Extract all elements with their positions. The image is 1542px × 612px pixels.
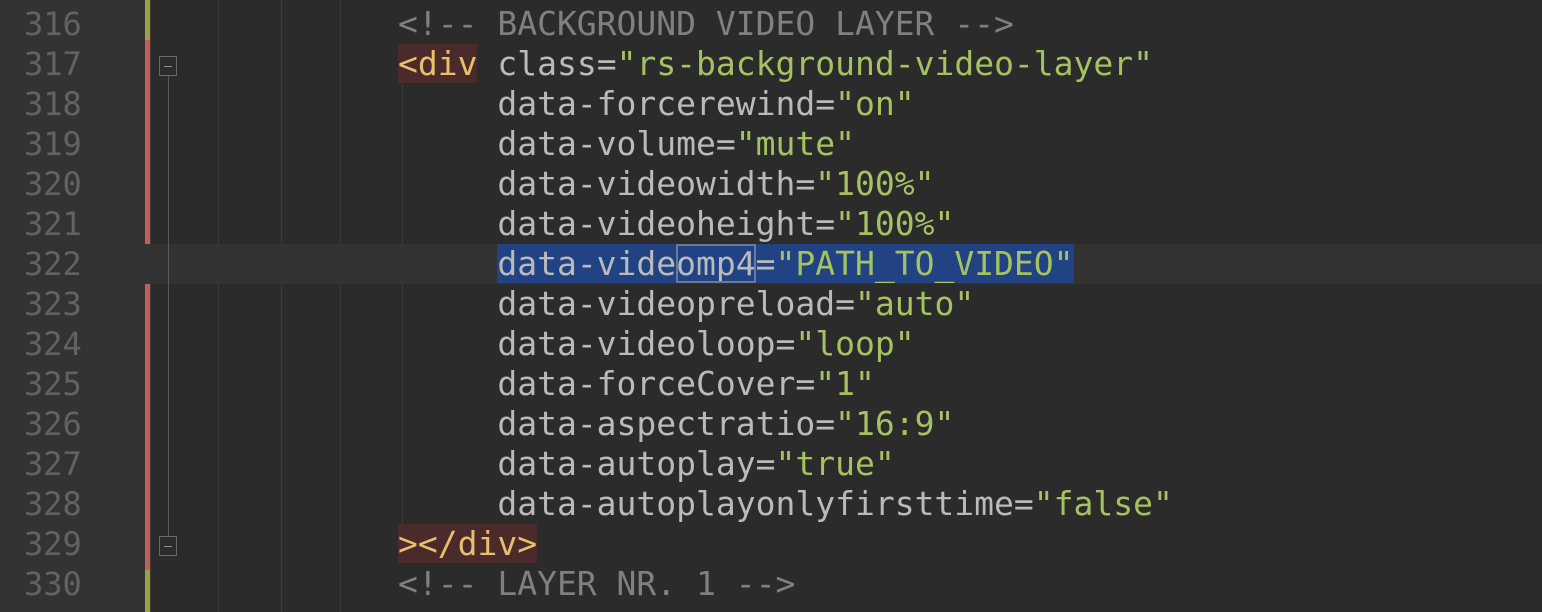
- fold-end-icon[interactable]: [159, 536, 177, 556]
- attribute-value: "true": [775, 444, 895, 483]
- code-text: data-autoplay="true": [398, 444, 895, 484]
- equals-sign: =: [775, 324, 796, 363]
- code-text: data-aspectratio="16:9": [398, 404, 954, 444]
- code-line-319[interactable]: 319 data-volume="mute": [0, 124, 1542, 164]
- attribute-value: "auto": [854, 284, 975, 323]
- code-text: <!-- BACKGROUND VIDEO LAYER -->: [398, 4, 1014, 44]
- attribute-name: data-autoplayonlyfirsttime: [497, 484, 1014, 523]
- code-line-330[interactable]: 330 <!-- LAYER NR. 1 -->: [0, 564, 1542, 604]
- line-number: 328: [24, 485, 82, 523]
- line-number: 320: [24, 165, 82, 203]
- equals-sign: =: [835, 284, 855, 323]
- code-line-326[interactable]: 326 data-aspectratio="16:9": [0, 404, 1542, 444]
- code-text: data-videoloop="loop": [398, 324, 915, 364]
- line-number: 321: [24, 205, 82, 243]
- line-number: 326: [24, 405, 82, 443]
- equals-sign: =: [715, 124, 736, 163]
- code-text: data-videoheight="100%": [398, 204, 954, 244]
- html-comment: <!-- LAYER NR. 1 -->: [398, 564, 796, 603]
- line-number: 329: [24, 525, 82, 563]
- code-line-321[interactable]: 321 data-videoheight="100%": [0, 204, 1542, 244]
- code-line-324[interactable]: 324 data-videoloop="loop": [0, 324, 1542, 364]
- line-number: 327: [24, 445, 82, 483]
- line-number: 319: [24, 125, 82, 163]
- attribute-name: data-aspectratio: [497, 404, 816, 443]
- code-line-328[interactable]: 328 data-autoplayonlyfirsttime="false": [0, 484, 1542, 524]
- equals-sign: =: [755, 244, 776, 283]
- tag-open: <div: [398, 44, 478, 83]
- attribute-name: data-forcerewind: [497, 84, 816, 123]
- code-line-318[interactable]: 318 data-forcerewind="on": [0, 84, 1542, 124]
- tag-close: ></div>: [398, 524, 538, 563]
- code-text: data-videopreload="auto": [398, 284, 974, 324]
- attribute-value: "1": [815, 364, 875, 403]
- code-line-317[interactable]: 317 <div class="rs-background-video-laye…: [0, 44, 1542, 84]
- attribute-value: "PATH_TO_VIDEO": [775, 244, 1074, 283]
- line-number: 317: [24, 45, 82, 83]
- html-comment: <!-- BACKGROUND VIDEO LAYER -->: [398, 4, 1014, 43]
- code-text: ></div>: [398, 524, 538, 564]
- code-line-322-current[interactable]: 322 data-videomp4="PATH_TO_VIDEO": [0, 244, 1542, 284]
- equals-sign: =: [596, 44, 617, 83]
- attribute-value: "16:9": [835, 404, 955, 443]
- equals-sign: =: [815, 84, 836, 123]
- code-line-320[interactable]: 320 data-videowidth="100%": [0, 164, 1542, 204]
- equals-sign: =: [815, 204, 836, 243]
- attribute-value: "mute": [735, 124, 855, 163]
- attribute-value: "loop": [795, 324, 915, 363]
- attribute-name: data-forceCover: [497, 364, 796, 403]
- code-text: data-volume="mute": [398, 124, 855, 164]
- code-text: data-videowidth="100%": [398, 164, 934, 204]
- line-number: 325: [24, 365, 82, 403]
- attribute-name: class: [497, 44, 597, 83]
- line-number: 316: [24, 5, 82, 43]
- line-number: 330: [24, 565, 82, 603]
- code-line-329[interactable]: 329 ></div>: [0, 524, 1542, 564]
- attribute-name: data-vide: [497, 244, 677, 283]
- line-number: 324: [24, 325, 82, 363]
- line-number: 318: [24, 85, 82, 123]
- code-text: data-videomp4="PATH_TO_VIDEO": [398, 244, 1074, 284]
- equals-sign: =: [1013, 484, 1034, 523]
- line-number: 322: [24, 245, 82, 283]
- attribute-value: "on": [835, 84, 915, 123]
- attribute-name: data-autoplay: [497, 444, 756, 483]
- fold-collapse-icon[interactable]: [159, 56, 177, 76]
- equals-sign: =: [815, 404, 836, 443]
- code-text: data-autoplayonlyfirsttime="false": [398, 484, 1173, 524]
- attribute-name: data-videowidth: [497, 164, 796, 203]
- code-line-316[interactable]: 316 <!-- BACKGROUND VIDEO LAYER -->: [0, 4, 1542, 44]
- code-line-323[interactable]: 323 data-videopreload="auto": [0, 284, 1542, 324]
- code-text: data-forcerewind="on": [398, 84, 915, 124]
- equals-sign: =: [795, 164, 816, 203]
- attribute-value: "100%": [815, 164, 935, 203]
- fold-range-line: [168, 76, 169, 536]
- attribute-name: data-videopreload: [497, 284, 836, 323]
- attribute-value: "rs-background-video-layer": [616, 44, 1154, 83]
- equals-sign: =: [755, 444, 776, 483]
- attribute-name: data-videoloop: [497, 324, 776, 363]
- code-text: data-forceCover="1": [398, 364, 875, 404]
- attribute-name: data-videoheight: [497, 204, 816, 243]
- code-editor[interactable]: 316 <!-- BACKGROUND VIDEO LAYER --> 317 …: [0, 0, 1542, 612]
- attribute-value: "false": [1033, 484, 1173, 523]
- text-selection[interactable]: data-videomp4="PATH_TO_VIDEO": [497, 244, 1074, 283]
- attribute-value: "100%": [835, 204, 955, 243]
- equals-sign: =: [795, 364, 816, 403]
- attribute-name-highlighted: omp4: [676, 244, 756, 283]
- code-text: <div class="rs-background-video-layer": [398, 44, 1153, 84]
- code-line-327[interactable]: 327 data-autoplay="true": [0, 444, 1542, 484]
- code-text: <!-- LAYER NR. 1 -->: [398, 564, 795, 604]
- code-line-325[interactable]: 325 data-forceCover="1": [0, 364, 1542, 404]
- attribute-name: data-volume: [497, 124, 716, 163]
- line-number: 323: [24, 285, 82, 323]
